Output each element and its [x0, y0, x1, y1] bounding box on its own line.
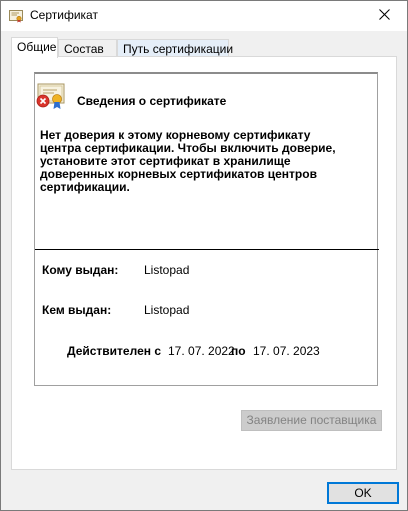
valid-to-value: 17. 07. 2023 [253, 344, 320, 358]
valid-from-label: Действителен с [67, 344, 161, 358]
close-icon [378, 9, 390, 23]
trust-warning-text: Нет доверия к этому корневому сертификат… [40, 128, 336, 194]
issued-to-label: Кому выдан: [42, 263, 119, 277]
valid-to-label: по [231, 344, 246, 358]
divider [35, 249, 379, 250]
title-bar: Сертификат [1, 1, 407, 31]
issued-by-label: Кем выдан: [42, 303, 112, 317]
valid-from-value: 17. 07. 2022 [168, 344, 235, 358]
certificate-icon [9, 9, 23, 23]
certificate-untrusted-icon [35, 82, 67, 112]
issued-by-value: Listopad [144, 303, 190, 317]
issued-to-value: Listopad [144, 263, 190, 277]
info-title: Сведения о сертификате [77, 94, 227, 108]
tab-details[interactable]: Состав [58, 39, 117, 57]
issuer-statement-button[interactable]: Заявление поставщика [241, 410, 382, 431]
tab-general[interactable]: Общие [11, 37, 58, 58]
window-title: Сертификат [30, 8, 98, 22]
ok-button[interactable]: OK [327, 482, 399, 504]
certificate-info-box: Сведения о сертификате Нет доверия к это… [34, 72, 379, 386]
tab-certification-path[interactable]: Путь сертификации [117, 39, 233, 57]
general-tab-panel: Сведения о сертификате Нет доверия к это… [11, 56, 397, 470]
certificate-dialog: Сертификат Общие Состав Путь сертификаци… [0, 0, 408, 511]
close-button[interactable] [361, 1, 407, 31]
